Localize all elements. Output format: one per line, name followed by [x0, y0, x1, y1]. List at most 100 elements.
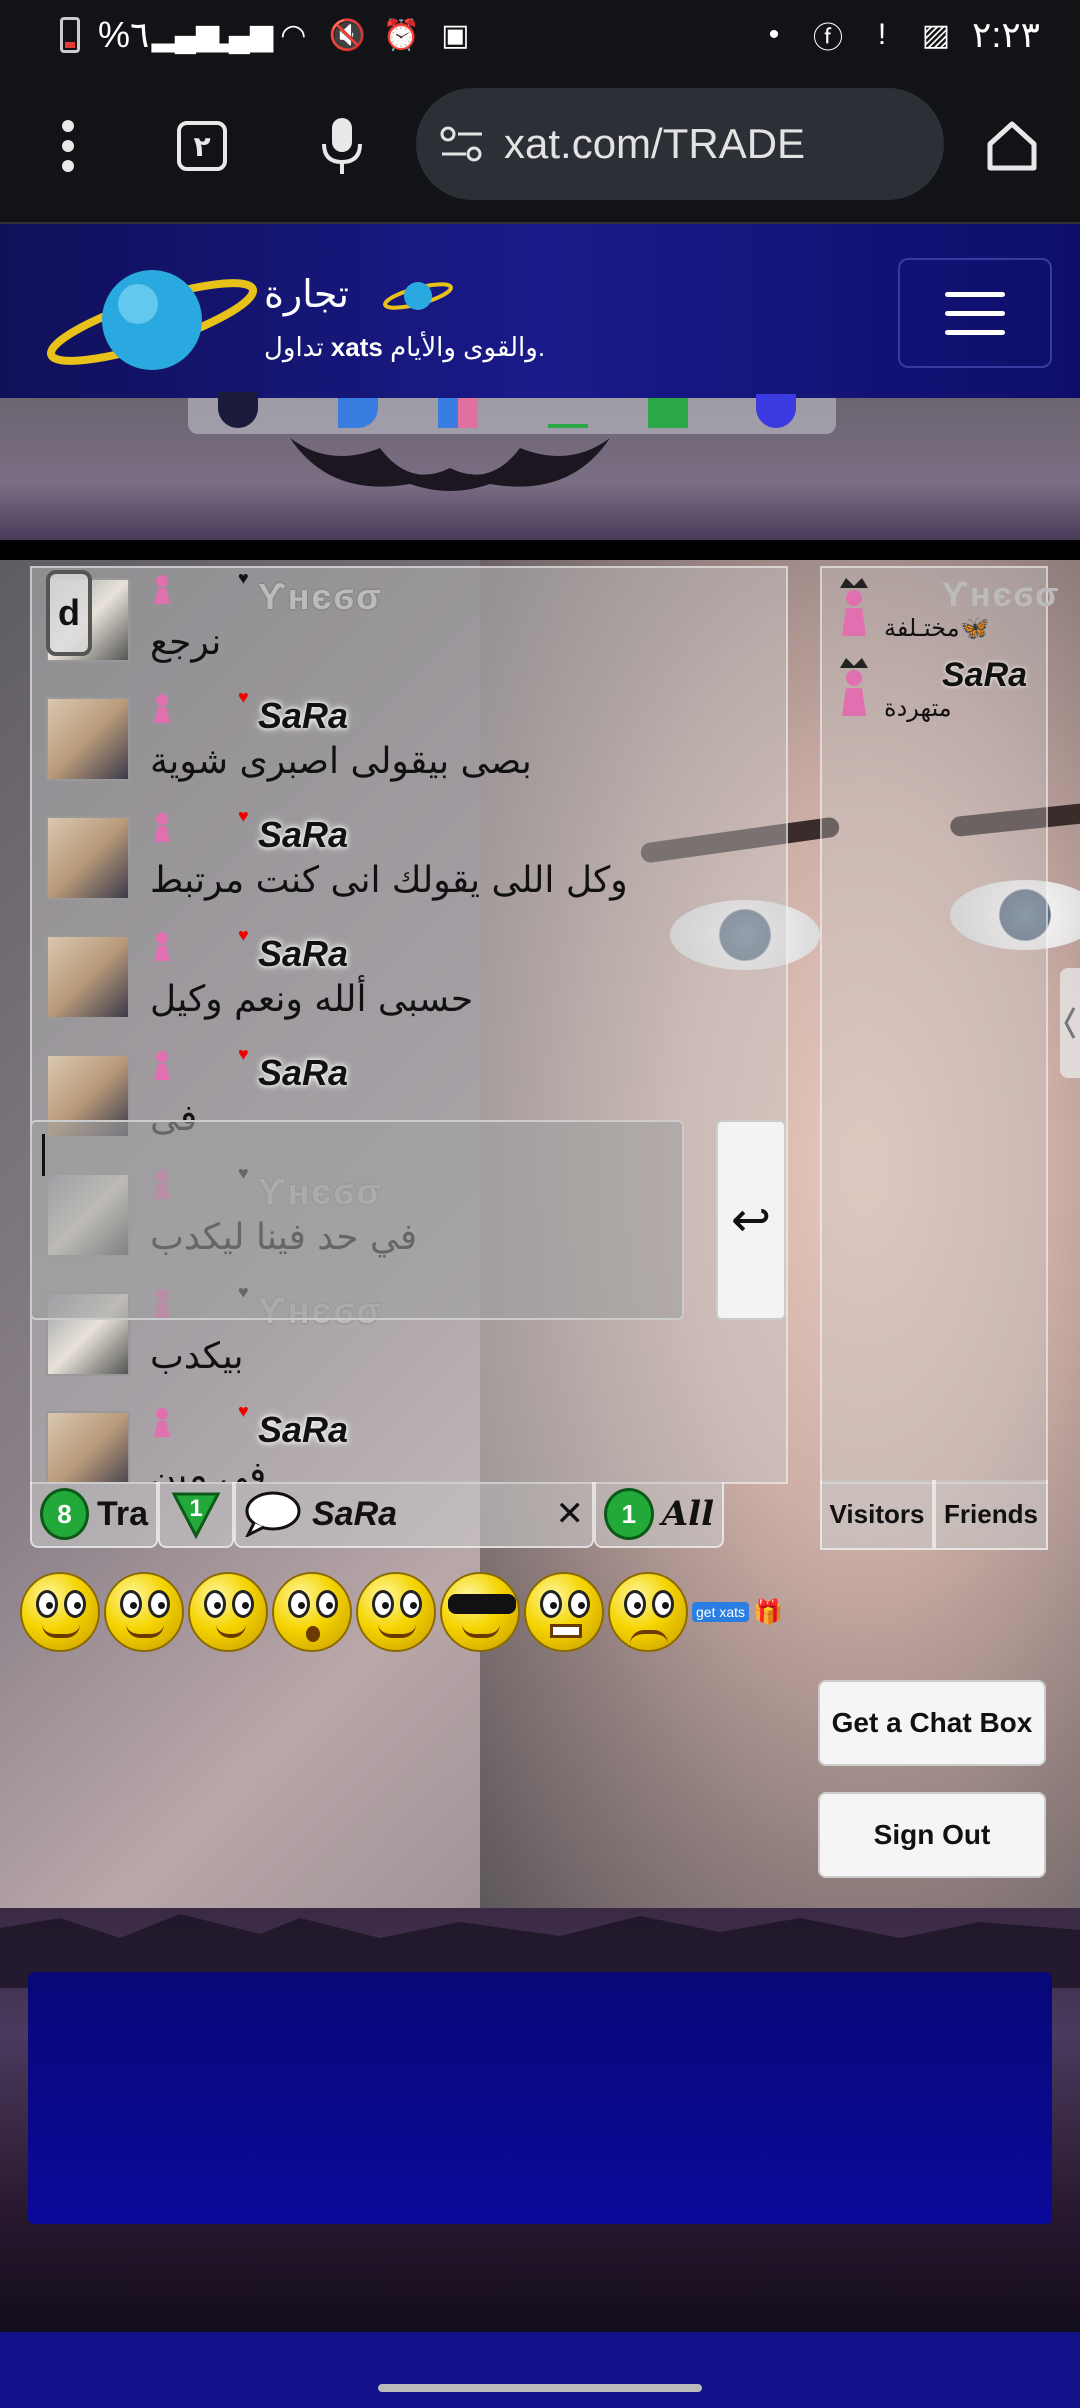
close-icon[interactable]: ✕	[556, 1494, 585, 1534]
send-button[interactable]: ↩	[716, 1120, 786, 1320]
side-panel-handle[interactable]	[1060, 968, 1080, 1078]
heart-icon: ♥	[238, 687, 249, 707]
shelf-icon-5[interactable]	[648, 398, 688, 428]
heart-icon: ♥	[238, 806, 249, 826]
saturn-logo[interactable]	[40, 264, 260, 374]
message-author[interactable]: SaRa	[258, 695, 348, 737]
avatar[interactable]	[46, 1411, 130, 1482]
smiley-icon[interactable]	[272, 1572, 352, 1652]
get-chat-box-button[interactable]: Get a Chat Box	[818, 1680, 1046, 1766]
shelf-icon-4[interactable]	[548, 402, 588, 428]
user-list[interactable]: ϒʜєϭσ مختـلفة🦋 SaRa متهردة	[820, 566, 1058, 1484]
pawn-icon	[154, 1051, 170, 1080]
tab-visitors[interactable]: Visitors	[820, 1480, 934, 1550]
avatar[interactable]	[46, 697, 130, 781]
subtitle-suffix: والقوى والأيام.	[390, 332, 546, 362]
signal-icon: ▂▄▆	[151, 18, 220, 52]
gift-icon[interactable]: 🎁	[753, 1598, 783, 1627]
tab-friends[interactable]: Friends	[934, 1480, 1048, 1550]
url-text: xat.com/TRADE	[504, 120, 806, 167]
site-header: تجارة تداول xats والقوى والأيام.	[0, 222, 1080, 398]
shelf-icon-6[interactable]	[756, 394, 796, 428]
cool-smiley-icon[interactable]	[440, 1572, 520, 1652]
message-author[interactable]: SaRa	[258, 933, 348, 975]
pawn-icon	[154, 694, 170, 723]
pawn-icon	[154, 1408, 170, 1437]
avatar[interactable]	[46, 935, 130, 1019]
all-tab-label: All	[661, 1494, 714, 1534]
wifi-icon: ◠	[280, 18, 307, 52]
alarm-icon: ⏰	[382, 18, 421, 52]
chat-message[interactable]: ♥ SaRa وكل اللى يقولك انى كنت مرتبط	[32, 806, 786, 925]
tab-all[interactable]: 1 All	[594, 1482, 724, 1548]
message-text: بيكدب	[150, 1336, 244, 1377]
mute-icon: 🔇	[328, 18, 367, 52]
tab-main-chat[interactable]: 8 Tra	[30, 1482, 158, 1548]
shelf-icon-3[interactable]	[438, 398, 478, 428]
message-author[interactable]: SaRa	[258, 1052, 348, 1094]
triangle-count: 1	[189, 1495, 203, 1522]
heart-icon: ♥	[238, 1401, 249, 1421]
avatar[interactable]	[46, 816, 130, 900]
signal-icon-2: ▂▄▆	[205, 18, 274, 52]
smiley-icon[interactable]	[524, 1572, 604, 1652]
hamburger-menu-button[interactable]	[898, 258, 1052, 368]
clock: ٢:٢٣	[971, 14, 1040, 55]
message-text: بصى بيقولى اصبرى شوية	[150, 741, 532, 782]
smiley-icon[interactable]	[104, 1572, 184, 1652]
message-text: حسبى ألله ونعم وكيل	[150, 979, 474, 1020]
text-caret	[42, 1134, 45, 1176]
smiley-icon[interactable]	[356, 1572, 436, 1652]
pawn-icon	[154, 932, 170, 961]
message-author[interactable]: ϒʜєϭσ	[258, 576, 383, 618]
shelf-icon-1[interactable]	[218, 392, 258, 428]
battery-icon	[60, 17, 80, 53]
user-name[interactable]: SaRa	[942, 656, 1027, 695]
gesture-home-bar[interactable]	[378, 2384, 702, 2392]
main-count-badge: 8	[40, 1488, 89, 1540]
smiley-icon[interactable]	[20, 1572, 100, 1652]
heart-icon: ♥	[238, 568, 249, 588]
tab-count: ٢	[177, 121, 227, 171]
message-list[interactable]: d ♥ ϒʜєϭσ نرجع ♥ SaRa بصى بيقولى اصبرى شوية ♥ S…	[30, 566, 788, 1484]
user-list-item[interactable]: ϒʜєϭσ مختـلفة🦋	[822, 568, 1058, 648]
crown-pawn-icon	[840, 578, 868, 636]
smiley-icon[interactable]	[608, 1572, 688, 1652]
chat-message[interactable]: ♥ SaRa حسبى ألله ونعم وكيل	[32, 925, 786, 1044]
site-settings-icon[interactable]	[440, 124, 484, 164]
tab-private-chat[interactable]: SaRa ✕	[234, 1482, 594, 1548]
corner-badge[interactable]: d	[46, 570, 92, 656]
gallery-icon: ▨	[921, 18, 951, 52]
url-bar[interactable]: xat.com/TRADE	[416, 88, 944, 200]
sign-out-button[interactable]: Sign Out	[818, 1792, 1046, 1878]
message-author[interactable]: SaRa	[258, 814, 348, 856]
get-xats-icon[interactable]: get xats	[692, 1602, 750, 1622]
pawn-icon	[154, 813, 170, 842]
smiley-icon[interactable]	[188, 1572, 268, 1652]
user-status: مختـلفة🦋	[884, 614, 990, 642]
message-author[interactable]: SaRa	[258, 1409, 348, 1451]
chat-message[interactable]: ♥ ϒʜєϭσ نرجع	[32, 568, 786, 687]
ad-box[interactable]	[28, 1972, 1052, 2224]
chat-tabs: 8 Tra 1 SaRa ✕ 1 All	[30, 1482, 724, 1552]
user-list-item[interactable]: SaRa متهردة	[822, 648, 1046, 728]
tab-switcher-button[interactable]: ٢	[166, 110, 238, 182]
message-input[interactable]	[30, 1120, 684, 1320]
chat-message[interactable]: ♥ SaRa بصى بيقولى اصبرى شوية	[32, 687, 786, 806]
facebook-icon: ⓕ	[812, 22, 843, 55]
all-count-badge: 1	[604, 1488, 654, 1540]
tab-triangle[interactable]: 1	[158, 1482, 234, 1548]
status-bar: %٦ ▂▄▆ ▂▄▆ ◠ 🔇 ⏰ ▣ • ⓕ ! ▨ ٢:٢٣	[0, 0, 1080, 70]
user-name[interactable]: ϒʜєϭσ	[942, 576, 1060, 615]
user-list-tabs: Visitors Friends	[820, 1480, 1048, 1550]
home-icon[interactable]	[976, 110, 1048, 182]
main-tab-label: Tra	[96, 1494, 148, 1533]
shelf-icon-2[interactable]	[338, 398, 378, 428]
chat-message[interactable]: ♥ SaRa فى مين	[32, 1401, 786, 1482]
dot-icon: •	[768, 18, 780, 51]
private-chat-name: SaRa	[312, 1494, 398, 1533]
microphone-icon[interactable]	[306, 110, 378, 182]
speech-bubble-icon	[245, 1491, 301, 1537]
kebab-menu-icon[interactable]	[32, 110, 104, 182]
chat-box: d ♥ ϒʜєϭσ نرجع ♥ SaRa بصى بيقولى اصبرى شوية ♥ S…	[0, 560, 1080, 1908]
